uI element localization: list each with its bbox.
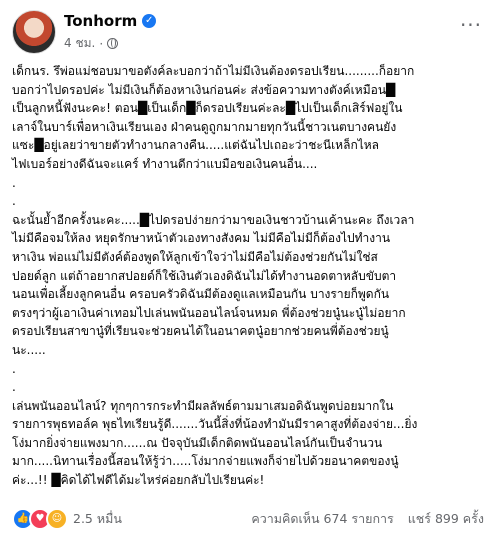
verified-badge-icon: ✓: [142, 14, 157, 28]
post-separator-dot: .: [12, 380, 16, 395]
globe-icon[interactable]: [107, 38, 119, 49]
post-stats: ความคิดเห็น 674 รายการ แชร์ 899 ครั้ง: [251, 509, 484, 529]
post-time[interactable]: 4 ชม.: [64, 34, 95, 53]
facebook-post: Tonhorm ✓ 4 ชม. · ··· เด็กนร. รึพ่อแม่ชอ…: [0, 0, 496, 536]
post-paragraph: ฉะนั้นย้ำอีกครั้งนะคะ.....█ไปดรอปง่ายกว่…: [12, 212, 415, 357]
post-header: Tonhorm ✓ 4 ชม. · ···: [12, 10, 484, 54]
post-separator-dot: .: [12, 361, 16, 376]
author-name[interactable]: Tonhorm: [64, 12, 137, 30]
post-body: เด็กนร. รึพ่อแม่ชอบมาขอตังค์ละบอกว่าถ้าไ…: [12, 62, 484, 490]
comments-count[interactable]: ความคิดเห็น 674 รายการ: [251, 509, 393, 529]
meta-separator: ·: [99, 36, 104, 51]
haha-icon: ☺: [46, 508, 68, 530]
author-avatar[interactable]: [12, 10, 56, 54]
reactions-summary[interactable]: 👍 ♥ ☺ 2.5 หมื่น: [12, 508, 122, 530]
post-paragraph: เด็กนร. รึพ่อแม่ชอบมาขอตังค์ละบอกว่าถ้าไ…: [12, 64, 415, 171]
post-separator-dot: .: [12, 175, 16, 190]
post-separator-dot: .: [12, 194, 16, 209]
author-name-row: Tonhorm ✓: [64, 12, 157, 30]
post-paragraph: เล่นพนันออนไลน์? ทุกๆการกระทำมีผลลัพธ์ตา…: [12, 398, 418, 488]
shares-count[interactable]: แชร์ 899 ครั้ง: [408, 509, 484, 529]
reaction-count[interactable]: 2.5 หมื่น: [73, 509, 122, 529]
post-meta: 4 ชม. ·: [64, 34, 119, 53]
more-options-icon[interactable]: ···: [458, 15, 484, 42]
post-footer: 👍 ♥ ☺ 2.5 หมื่น ความคิดเห็น 674 รายการ แ…: [12, 508, 484, 530]
